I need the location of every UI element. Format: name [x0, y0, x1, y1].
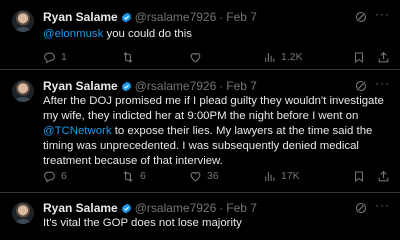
- grok-icon[interactable]: [354, 10, 368, 24]
- reply-icon: [43, 51, 61, 64]
- separator: ·: [219, 10, 224, 24]
- reply-icon: [43, 170, 61, 183]
- like-icon: [189, 51, 207, 64]
- bookmark-icon[interactable]: [341, 51, 365, 64]
- tweet-1[interactable]: Ryan Salame @rsalame7926 · Feb 7 ··· @el…: [0, 0, 400, 70]
- reply-count: 6: [61, 170, 67, 182]
- retweet-icon: [121, 170, 140, 183]
- tweet-header: Ryan Salame @rsalame7926 · Feb 7: [43, 200, 257, 216]
- author-handle[interactable]: @rsalame7926: [135, 10, 217, 24]
- tweet-actions: 6 6 36 17K: [43, 168, 390, 184]
- grok-icon[interactable]: [354, 79, 368, 93]
- like-button[interactable]: [189, 51, 207, 64]
- tweet-date[interactable]: Feb 7: [226, 201, 257, 215]
- tweet-actions: 1 1.2K: [43, 49, 390, 65]
- more-icon[interactable]: ···: [375, 76, 390, 90]
- more-icon[interactable]: ···: [375, 7, 390, 21]
- reply-count: 1: [61, 51, 67, 63]
- tweet-3[interactable]: Ryan Salame @rsalame7926 · Feb 7 ··· It'…: [0, 193, 400, 240]
- author-handle[interactable]: @rsalame7926: [135, 201, 217, 215]
- author-name[interactable]: Ryan Salame: [43, 201, 118, 215]
- tweet-text-body: After the DOJ promised me if I plead gui…: [43, 95, 384, 122]
- tweet-text: It's vital the GOP does not lose majorit…: [43, 216, 390, 231]
- tweet-header: Ryan Salame @rsalame7926 · Feb 7: [43, 78, 257, 94]
- mention-link[interactable]: @elonmusk: [43, 28, 103, 40]
- tweet-text: After the DOJ promised me if I plead gui…: [43, 94, 390, 169]
- views-count: 1.2K: [281, 51, 303, 63]
- reply-button[interactable]: 1: [43, 51, 67, 64]
- tweet-text-body: you could do this: [103, 28, 192, 40]
- avatar[interactable]: [12, 10, 34, 32]
- like-button[interactable]: 36: [189, 170, 219, 183]
- tweet-text-body: It's vital the GOP does not lose majorit…: [43, 217, 242, 229]
- tweet-header: Ryan Salame @rsalame7926 · Feb 7: [43, 9, 257, 25]
- separator: ·: [219, 79, 224, 93]
- tweet-date[interactable]: Feb 7: [226, 79, 257, 93]
- author-name[interactable]: Ryan Salame: [43, 10, 118, 24]
- like-icon: [189, 170, 207, 183]
- views-count: 17K: [281, 170, 300, 182]
- tweet-2[interactable]: Ryan Salame @rsalame7926 · Feb 7 ··· Aft…: [0, 70, 400, 193]
- tweet-date[interactable]: Feb 7: [226, 10, 257, 24]
- share-icon[interactable]: [365, 51, 390, 64]
- retweet-count: 6: [140, 170, 146, 182]
- retweet-button[interactable]: [121, 51, 140, 64]
- views-button[interactable]: 17K: [263, 170, 300, 183]
- grok-icon[interactable]: [354, 201, 368, 215]
- separator: ·: [219, 201, 224, 215]
- share-icon[interactable]: [365, 170, 390, 183]
- reply-button[interactable]: 6: [43, 170, 67, 183]
- author-name[interactable]: Ryan Salame: [43, 79, 118, 93]
- views-icon: [263, 170, 281, 183]
- author-handle[interactable]: @rsalame7926: [135, 79, 217, 93]
- avatar[interactable]: [12, 202, 34, 224]
- retweet-button[interactable]: 6: [121, 170, 146, 183]
- views-button[interactable]: 1.2K: [263, 51, 303, 64]
- mention-link[interactable]: @TCNetwork: [43, 125, 112, 137]
- retweet-icon: [121, 51, 140, 64]
- more-icon[interactable]: ···: [375, 198, 390, 212]
- verified-badge-icon: [121, 11, 132, 23]
- bookmark-icon[interactable]: [341, 170, 365, 183]
- verified-badge-icon: [121, 202, 132, 214]
- avatar[interactable]: [12, 80, 34, 102]
- tweet-text: @elonmusk you could do this: [43, 27, 390, 42]
- like-count: 36: [207, 170, 219, 182]
- verified-badge-icon: [121, 80, 132, 92]
- bookmark-share-group: [341, 170, 390, 183]
- bookmark-share-group: [341, 51, 390, 64]
- views-icon: [263, 51, 281, 64]
